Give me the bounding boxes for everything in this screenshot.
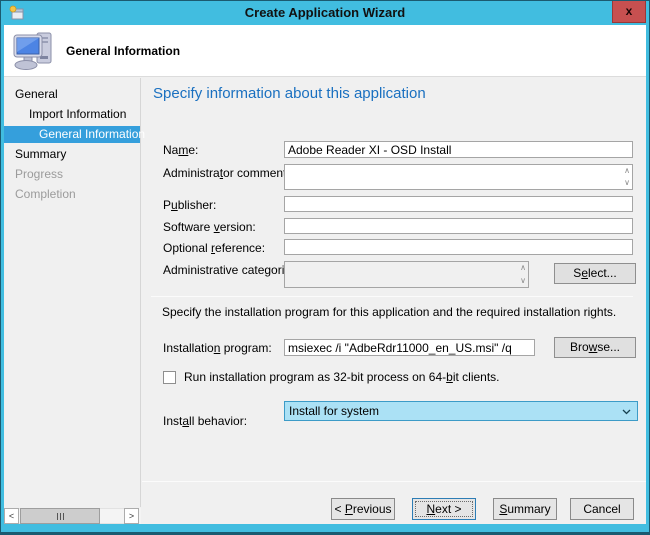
publisher-label: Publisher: xyxy=(163,198,216,212)
run-32bit-checkbox[interactable] xyxy=(163,371,176,384)
create-application-wizard-window: Create Application Wizard x General Info… xyxy=(0,0,650,535)
grip-icon xyxy=(60,513,61,520)
scrollbar-thumb[interactable] xyxy=(20,508,100,524)
scroll-right-button[interactable]: > xyxy=(124,508,139,524)
sidebar-item-general-information[interactable]: General Information xyxy=(4,126,140,143)
wizard-steps-nav: General Import Information General Infor… xyxy=(4,84,140,204)
scroll-left-button[interactable]: < xyxy=(4,508,19,524)
installation-instruction-text: Specify the installation program for thi… xyxy=(162,305,616,319)
software-version-label: Software version: xyxy=(163,220,256,234)
install-behavior-value: Install for system xyxy=(289,404,379,418)
optional-reference-label: Optional reference: xyxy=(163,241,265,255)
previous-button[interactable]: < Previous xyxy=(331,498,395,520)
installation-program-label: Installation program: xyxy=(163,341,272,355)
administrative-categories-input: ∧ ∨ xyxy=(284,261,529,288)
sidebar-horizontal-scrollbar[interactable]: < > xyxy=(4,508,141,524)
administrator-comments-input[interactable]: ∧ ∨ xyxy=(284,164,633,190)
scroll-up-icon[interactable]: ∧ xyxy=(520,264,526,272)
next-button[interactable]: Next > xyxy=(412,498,476,520)
scroll-down-icon[interactable]: ∨ xyxy=(520,277,526,285)
wizard-client-area: General Information General Import Infor… xyxy=(4,25,646,524)
installation-program-input[interactable] xyxy=(284,339,535,356)
publisher-input[interactable] xyxy=(284,196,633,212)
run-32bit-checkbox-label: Run installation program as 32-bit proce… xyxy=(184,370,500,384)
administrator-comments-label: Administrator comments: xyxy=(163,166,296,180)
sidebar-item-general[interactable]: General xyxy=(4,84,140,104)
select-button[interactable]: Select... xyxy=(554,263,636,284)
close-icon: x xyxy=(626,4,633,18)
chevron-down-icon xyxy=(622,409,631,415)
window-title: Create Application Wizard xyxy=(1,1,649,25)
sidebar-item-summary[interactable]: Summary xyxy=(4,144,140,164)
chevron-left-icon: < xyxy=(9,511,14,521)
wizard-banner: General Information xyxy=(4,25,646,77)
sidebar-item-import-information[interactable]: Import Information xyxy=(4,104,140,124)
name-input[interactable] xyxy=(284,141,633,158)
install-behavior-dropdown[interactable]: Install for system xyxy=(284,401,638,421)
scroll-up-icon[interactable]: ∧ xyxy=(624,167,630,175)
title-bar[interactable]: Create Application Wizard x xyxy=(1,1,649,25)
chevron-right-icon: > xyxy=(129,511,134,521)
computer-icon xyxy=(12,28,58,74)
name-label: Name: xyxy=(163,143,198,157)
wizard-steps-sidebar: General Import Information General Infor… xyxy=(4,78,141,507)
administrative-categories-label: Administrative categories: xyxy=(163,263,300,277)
close-button[interactable]: x xyxy=(612,1,646,23)
section-separator xyxy=(151,296,633,297)
footer-separator xyxy=(142,481,646,482)
install-behavior-label: Install behavior: xyxy=(163,414,247,428)
sidebar-item-completion[interactable]: Completion xyxy=(4,184,140,204)
banner-title: General Information xyxy=(66,25,180,77)
software-version-input[interactable] xyxy=(284,218,633,234)
sidebar-item-progress[interactable]: Progress xyxy=(4,164,140,184)
page-heading: Specify information about this applicati… xyxy=(153,85,426,102)
summary-button[interactable]: Summary xyxy=(493,498,557,520)
cancel-button[interactable]: Cancel xyxy=(570,498,634,520)
browse-button[interactable]: Browse... xyxy=(554,337,636,358)
optional-reference-input[interactable] xyxy=(284,239,633,255)
scroll-down-icon[interactable]: ∨ xyxy=(624,179,630,187)
